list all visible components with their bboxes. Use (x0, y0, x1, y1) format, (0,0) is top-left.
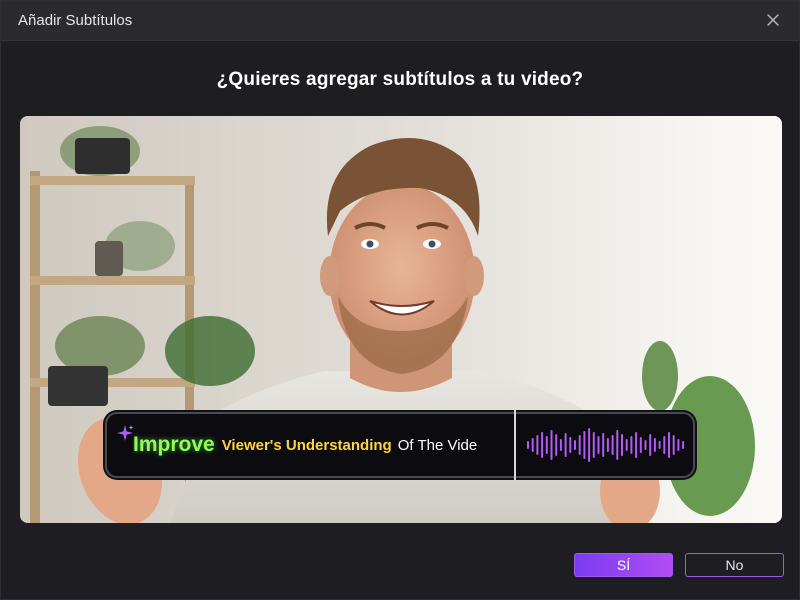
waveform-bar (606, 438, 609, 452)
waveform-bar (578, 435, 581, 455)
waveform-bar (531, 438, 534, 452)
waveform-bar (635, 432, 638, 458)
dialog-question: ¿Quieres agregar subtítulos a tu video? (216, 69, 584, 90)
waveform-bar (559, 439, 562, 451)
add-subtitles-dialog: Añadir Subtítulos ¿Quieres agregar subtí… (0, 0, 800, 600)
waveform-bar (625, 439, 628, 451)
waveform-bar (653, 438, 656, 452)
waveform-bar (602, 433, 605, 457)
caption-text: Improve Viewer's Understanding Of The Vi… (133, 414, 513, 476)
waveform-bar (541, 432, 544, 458)
waveform-bar (574, 440, 576, 450)
waveform-bar (611, 435, 614, 455)
waveform-bar (672, 435, 675, 455)
waveform-bar (658, 441, 661, 449)
waveform-bar (644, 440, 647, 450)
title-bar: Añadir Subtítulos (1, 1, 799, 41)
waveform-bar (592, 432, 595, 458)
waveform-bar (668, 432, 670, 458)
playhead-line (514, 410, 516, 480)
caption-preview-bar: Improve Viewer's Understanding Of The Vi… (105, 410, 695, 480)
video-preview: Improve Viewer's Understanding Of The Vi… (20, 116, 782, 523)
waveform-bar (677, 439, 680, 451)
window-title: Añadir Subtítulos (18, 12, 133, 29)
sparkle-icon (117, 425, 134, 441)
waveform-bar (616, 430, 619, 460)
caption-phrase-highlight: Viewer's Understanding (221, 436, 392, 454)
waveform-bar (597, 436, 600, 454)
waveform-bar (569, 437, 572, 453)
waveform-bar (621, 434, 623, 456)
waveform-bar (536, 435, 539, 455)
waveform-bar (583, 431, 586, 459)
caption-phrase-rest: Of The Vide (397, 436, 478, 454)
waveform-bar (527, 441, 529, 449)
no-button[interactable]: No (685, 553, 784, 577)
waveform-bar (588, 428, 591, 462)
close-icon[interactable] (763, 10, 783, 30)
waveform-bar (663, 436, 666, 454)
waveform-bar (550, 430, 553, 460)
yes-button[interactable]: SÍ (574, 553, 673, 577)
caption-word-highlight: Improve (133, 433, 215, 456)
waveform-bar (564, 433, 567, 457)
waveform-bar (682, 441, 685, 449)
waveform-bar (649, 434, 652, 456)
waveform-bar (630, 436, 633, 454)
audio-waveform (527, 428, 685, 462)
waveform-bar (555, 434, 558, 456)
waveform-bar (639, 437, 642, 453)
waveform-bar (545, 436, 548, 454)
